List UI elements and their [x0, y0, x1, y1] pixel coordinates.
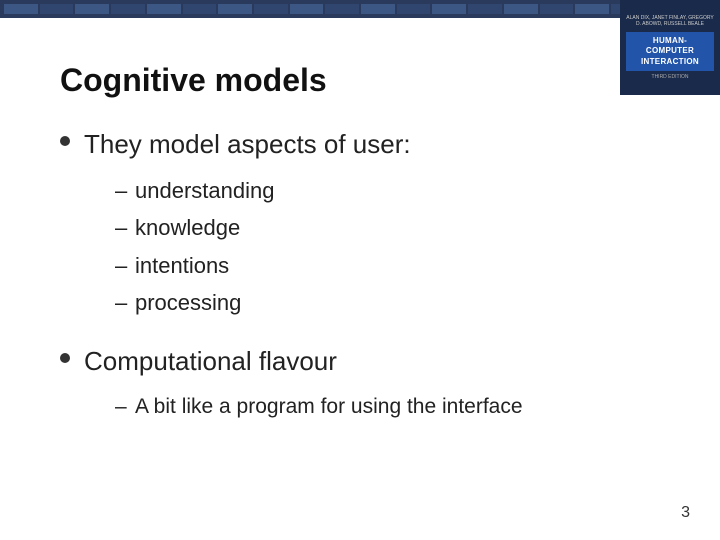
book-edition: THIRD EDITION — [652, 74, 689, 80]
top-bar-segment — [4, 4, 38, 14]
top-bar-segment — [575, 4, 609, 14]
top-bar-segment — [183, 4, 217, 14]
list-item: intentions — [115, 247, 670, 284]
bullet-text-2: Computational flavour — [84, 344, 337, 379]
top-bar-segment — [540, 4, 574, 14]
bullet-section-2: Computational flavour A bit like a progr… — [60, 344, 670, 425]
book-title-box: HUMAN-COMPUTER INTERACTION — [626, 32, 714, 71]
list-item: knowledge — [115, 209, 670, 246]
sub-list-1: understanding knowledge intentions proce… — [115, 172, 670, 322]
list-item: A bit like a program for using the inter… — [115, 389, 670, 425]
top-bar-segment — [432, 4, 466, 14]
top-bar-segment — [325, 4, 359, 14]
top-bar-segment — [361, 4, 395, 14]
bullet-dot-1 — [60, 136, 70, 146]
sub-list-2: A bit like a program for using the inter… — [115, 389, 670, 425]
bullet-section-1: They model aspects of user: understandin… — [60, 127, 670, 322]
top-bar-segment — [468, 4, 502, 14]
top-bar — [0, 0, 720, 18]
top-bar-segment — [504, 4, 538, 14]
list-item: understanding — [115, 172, 670, 209]
book-cover: ALAN DIX, JANET FINLAY, GREGORY D. ABOWD… — [620, 0, 720, 95]
top-bar-segment — [290, 4, 324, 14]
top-bar-segment — [254, 4, 288, 14]
top-bar-segment — [111, 4, 145, 14]
top-bar-segment — [147, 4, 181, 14]
book-authors: ALAN DIX, JANET FINLAY, GREGORY D. ABOWD… — [626, 15, 714, 28]
top-bar-segment — [40, 4, 74, 14]
slide-content: Cognitive models They model aspects of u… — [50, 62, 670, 424]
bullet-item-1: They model aspects of user: — [60, 127, 670, 162]
book-title-line1: HUMAN-COMPUTER INTERACTION — [629, 36, 711, 67]
bullet-dot-2 — [60, 353, 70, 363]
slide-title: Cognitive models — [60, 62, 670, 99]
slide-number: 3 — [681, 504, 690, 522]
top-bar-segment — [75, 4, 109, 14]
bullet-text-1: They model aspects of user: — [84, 127, 411, 162]
bullet-item-2: Computational flavour — [60, 344, 670, 379]
list-item: processing — [115, 284, 670, 321]
top-bar-segment — [397, 4, 431, 14]
slide: ALAN DIX, JANET FINLAY, GREGORY D. ABOWD… — [0, 0, 720, 540]
top-bar-segment — [218, 4, 252, 14]
